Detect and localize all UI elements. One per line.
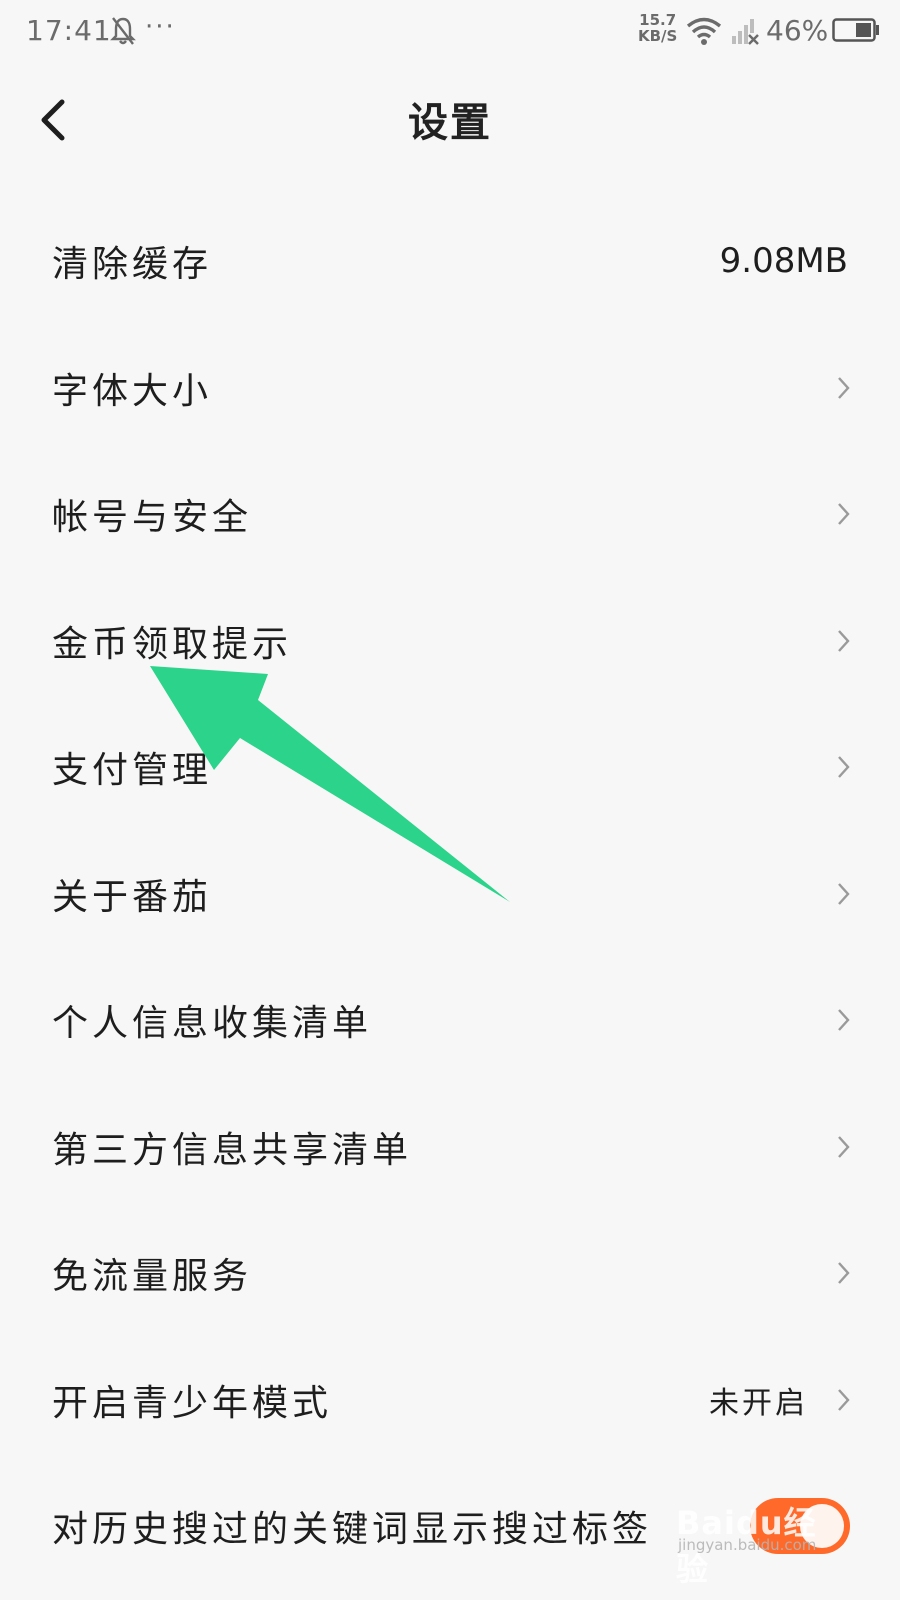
chevron-right-icon (838, 629, 850, 652)
wifi-icon (686, 17, 722, 45)
settings-item-label: 第三方信息共享清单 (52, 1129, 413, 1171)
search-tag-toggle[interactable] (750, 1498, 850, 1555)
status-bar: 17:41 ··· 15.7 KB/S 46% (0, 0, 900, 64)
settings-item-about[interactable]: 关于番茄 (0, 831, 900, 958)
settings-item-label: 关于番茄 (52, 876, 213, 918)
chevron-right-icon (838, 1135, 850, 1158)
settings-item-clear-cache[interactable]: 清除缓存 9.08MB (0, 198, 900, 325)
settings-item-label: 支付管理 (52, 750, 213, 792)
settings-item-payment[interactable]: 支付管理 (0, 704, 900, 831)
status-time: 17:41 (26, 14, 112, 47)
bell-muted-icon (110, 17, 136, 45)
speed-value: 15.7 (639, 11, 677, 29)
settings-item-teen-mode[interactable]: 开启青少年模式 未开启 (0, 1337, 900, 1464)
settings-item-coin-reminder[interactable]: 金币领取提示 (0, 578, 900, 705)
more-notifications-icon: ··· (145, 12, 176, 42)
settings-item-third-party-sharing[interactable]: 第三方信息共享清单 (0, 1084, 900, 1211)
network-speed: 15.7 KB/S (638, 12, 677, 44)
page-title: 设置 (408, 99, 492, 146)
settings-item-account-security[interactable]: 帐号与安全 (0, 451, 900, 578)
chevron-right-icon (838, 376, 850, 399)
chevron-right-icon (838, 503, 850, 526)
battery-percent: 46% (766, 14, 829, 47)
header: 设置 (0, 64, 900, 174)
settings-item-personal-info-list[interactable]: 个人信息收集清单 (0, 957, 900, 1084)
signal-icon (732, 19, 759, 45)
chevron-right-icon (838, 1009, 850, 1032)
settings-item-free-data[interactable]: 免流量服务 (0, 1210, 900, 1337)
settings-item-label: 帐号与安全 (52, 497, 253, 539)
settings-item-font-size[interactable]: 字体大小 (0, 325, 900, 452)
settings-item-label: 清除缓存 (52, 244, 213, 286)
teen-mode-status: 未开启 (709, 1385, 808, 1421)
settings-list: 清除缓存 9.08MB 字体大小 帐号与安全 金币领取提示 支付管理 关于番茄 … (0, 198, 900, 1590)
settings-item-search-tag: 对历史搜过的关键词显示搜过标签 (0, 1463, 900, 1590)
chevron-right-icon (838, 756, 850, 779)
settings-item-label: 开启青少年模式 (52, 1382, 333, 1424)
chevron-right-icon (838, 1262, 850, 1285)
cache-size-value: 9.08MB (719, 241, 848, 282)
toggle-knob (800, 1504, 844, 1549)
speed-unit: KB/S (638, 27, 678, 45)
settings-item-label: 金币领取提示 (52, 623, 293, 665)
settings-item-label: 个人信息收集清单 (52, 1003, 373, 1045)
chevron-right-icon (838, 1388, 850, 1411)
settings-item-label: 字体大小 (52, 370, 213, 412)
battery-icon (832, 18, 879, 42)
settings-item-label: 对历史搜过的关键词显示搜过标签 (52, 1509, 653, 1551)
settings-item-label: 免流量服务 (52, 1256, 253, 1298)
chevron-right-icon (838, 882, 850, 905)
